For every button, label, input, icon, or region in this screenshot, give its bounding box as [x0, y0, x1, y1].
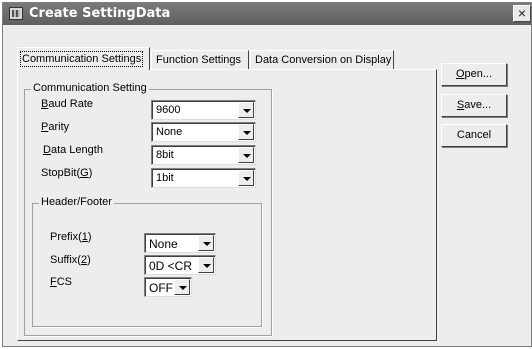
cancel-button[interactable]: Cancel	[441, 124, 507, 147]
tab-label: Communication Settings	[19, 51, 144, 67]
title-bar[interactable]: Create SettingData ×	[3, 3, 531, 25]
chevron-down-icon[interactable]	[198, 257, 214, 273]
baud-rate-select[interactable]: 9600	[151, 100, 256, 120]
baud-rate-label: Baud Rate	[41, 98, 93, 110]
communication-setting-group: Communication Setting Baud Rate 9600 Par…	[24, 82, 272, 336]
tab-function-settings[interactable]: Function Settings	[151, 50, 249, 69]
tab-panel-communication-settings: Communication Setting Baud Rate 9600 Par…	[17, 69, 437, 341]
prefix-label: Prefix(1)	[50, 231, 92, 243]
suffix-label: Suffix(2)	[50, 254, 91, 266]
app-icon	[9, 7, 23, 20]
close-icon[interactable]: ×	[513, 5, 531, 22]
parity-label: Parity	[41, 121, 70, 133]
header-footer-group: Header/Footer Prefix(1) None Suffix(2) 0…	[32, 196, 262, 327]
select-value: None	[156, 126, 183, 138]
select-value: None	[149, 237, 178, 251]
tab-label: Data Conversion on Display	[255, 54, 392, 66]
stopbit-select[interactable]: 1bit	[151, 168, 256, 188]
data-length-select[interactable]: 8bit	[151, 145, 256, 165]
chevron-down-icon[interactable]	[238, 102, 254, 118]
select-value: OFF	[149, 281, 173, 295]
chevron-down-icon[interactable]	[238, 170, 254, 186]
save-button[interactable]: Save...	[441, 94, 507, 117]
select-value: 1bit	[156, 172, 174, 184]
suffix-select[interactable]: 0D <CR	[144, 255, 216, 275]
group-title: Header/Footer	[39, 196, 114, 208]
open-button[interactable]: Open...	[441, 63, 507, 86]
parity-select[interactable]: None	[151, 122, 256, 142]
data-length-label: Data Length	[43, 144, 103, 156]
chevron-down-icon[interactable]	[238, 147, 254, 163]
chevron-down-icon[interactable]	[198, 235, 214, 251]
group-title: Communication Setting	[31, 82, 149, 94]
tab-communication-settings[interactable]: Communication Settings	[17, 47, 150, 70]
window-title: Create SettingData	[29, 6, 171, 21]
chevron-down-icon[interactable]	[174, 279, 190, 295]
select-value: 0D <CR	[149, 259, 193, 273]
fcs-label: FCS	[50, 276, 73, 288]
tab-label: Function Settings	[156, 54, 241, 66]
fcs-select[interactable]: OFF	[144, 277, 192, 297]
select-value: 8bit	[156, 149, 174, 161]
select-value: 9600	[156, 104, 181, 116]
chevron-down-icon[interactable]	[238, 124, 254, 140]
stopbit-label: StopBit(G)	[41, 167, 93, 179]
tab-data-conversion-on-display[interactable]: Data Conversion on Display	[250, 50, 394, 69]
prefix-select[interactable]: None	[144, 233, 216, 253]
